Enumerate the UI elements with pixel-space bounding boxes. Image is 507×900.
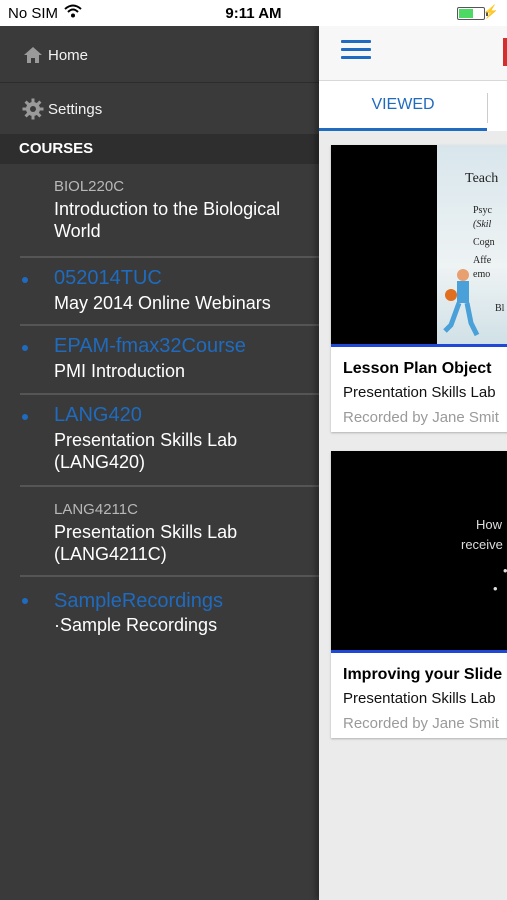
- hamburger-menu-icon[interactable]: [341, 40, 371, 62]
- slide-preview: How receive • •: [331, 451, 507, 653]
- video-thumbnail[interactable]: How receive • •: [331, 451, 507, 653]
- courses-section-header: COURSES: [0, 134, 320, 164]
- unread-dot: [22, 277, 28, 283]
- course-item-052014tuc[interactable]: 052014TUC May 2014 Online Webinars: [20, 258, 320, 326]
- sidebar-item-home[interactable]: Home: [0, 28, 320, 83]
- recorded-by: Recorded by Jane Smit: [343, 715, 499, 732]
- app-logo-icon: [503, 38, 507, 66]
- slide-bullet: Psyc: [473, 205, 492, 216]
- tab-viewed[interactable]: VIEWED: [319, 81, 487, 131]
- course-code: BIOL220C: [54, 178, 125, 195]
- slide-bullet: (Skil: [473, 219, 492, 230]
- course-code: EPAM-fmax32Course: [54, 335, 246, 357]
- sidebar-item-label: Home: [48, 46, 89, 64]
- recording-course: Presentation Skills Lab: [343, 690, 496, 707]
- top-nav-bar: [319, 26, 507, 81]
- status-bar: No SIM 9:11 AM ⚡: [0, 0, 507, 26]
- course-code: 052014TUC: [54, 267, 162, 289]
- active-tab-indicator: [319, 128, 487, 131]
- slide-text: receive: [461, 537, 503, 552]
- recording-card[interactable]: How receive • • Improving your Slide Pre…: [331, 451, 507, 738]
- tab-divider: [487, 93, 488, 123]
- course-code: LANG4211C: [54, 501, 138, 518]
- unread-dot: [22, 345, 28, 351]
- sidebar-item-label: Settings: [48, 100, 103, 118]
- tab-label: VIEWED: [371, 96, 435, 113]
- slide-title: Teach: [465, 171, 499, 186]
- course-name: May 2014 Online Webinars: [54, 293, 271, 313]
- course-name: Introduction to the Biological World: [54, 199, 281, 241]
- recording-card[interactable]: Teach Psyc (Skil Cogn Affe emo Bl Lesson…: [331, 145, 507, 432]
- clock: 9:11 AM: [225, 5, 282, 22]
- recording-title: Improving your Slide: [343, 666, 503, 683]
- course-item-epam-fmax32course[interactable]: EPAM-fmax32Course PMI Introduction: [20, 326, 320, 395]
- basketball-player-illustration: [443, 269, 480, 337]
- slide-bullet-dot: •: [503, 563, 507, 578]
- recording-title: Lesson Plan Object: [343, 360, 492, 377]
- progress-bar: [331, 344, 507, 347]
- video-thumbnail[interactable]: Teach Psyc (Skil Cogn Affe emo Bl: [331, 145, 507, 347]
- course-name: Presentation Skills Lab (LANG4211C): [54, 522, 238, 564]
- unread-dot: [22, 414, 28, 420]
- tab-bar: VIEWED: [319, 81, 507, 131]
- course-item-samplerecordings[interactable]: SampleRecordings ·Sample Recordings: [20, 577, 320, 643]
- battery-icon: [457, 7, 488, 20]
- gear-icon: [22, 98, 44, 120]
- recorded-by: Recorded by Jane Smit: [343, 409, 499, 426]
- course-item-lang420[interactable]: LANG420 Presentation Skills Lab (LANG420…: [20, 395, 320, 487]
- course-name: PMI Introduction: [54, 361, 186, 381]
- course-code: SampleRecordings: [54, 590, 223, 612]
- sidebar-item-settings[interactable]: Settings: [0, 82, 320, 136]
- progress-bar: [331, 650, 507, 653]
- unread-dot: [22, 598, 28, 604]
- slide-text: How: [476, 517, 503, 532]
- charging-icon: ⚡: [482, 4, 499, 19]
- slide-preview: Teach Psyc (Skil Cogn Affe emo Bl: [437, 145, 507, 347]
- course-item-lang4211c[interactable]: LANG4211C Presentation Skills Lab (LANG4…: [20, 487, 320, 577]
- slide-bullet: Cogn: [473, 237, 495, 248]
- course-name: Presentation Skills Lab (LANG420): [54, 430, 238, 472]
- slide-bullet-dot: •: [493, 581, 498, 596]
- course-name: ·Sample Recordings: [54, 615, 218, 635]
- sidebar: Home Settings COURSES BIOL220C Introduct…: [0, 26, 320, 900]
- course-item-biol220c[interactable]: BIOL220C Introduction to the Biological …: [20, 176, 320, 258]
- slide-bullet: Bl: [495, 303, 505, 314]
- home-icon: [22, 44, 44, 66]
- recording-course: Presentation Skills Lab: [343, 384, 496, 401]
- course-code: LANG420: [54, 404, 142, 426]
- main-panel: VIEWED Teach Psyc (Skil Cogn Affe emo Bl: [319, 26, 507, 900]
